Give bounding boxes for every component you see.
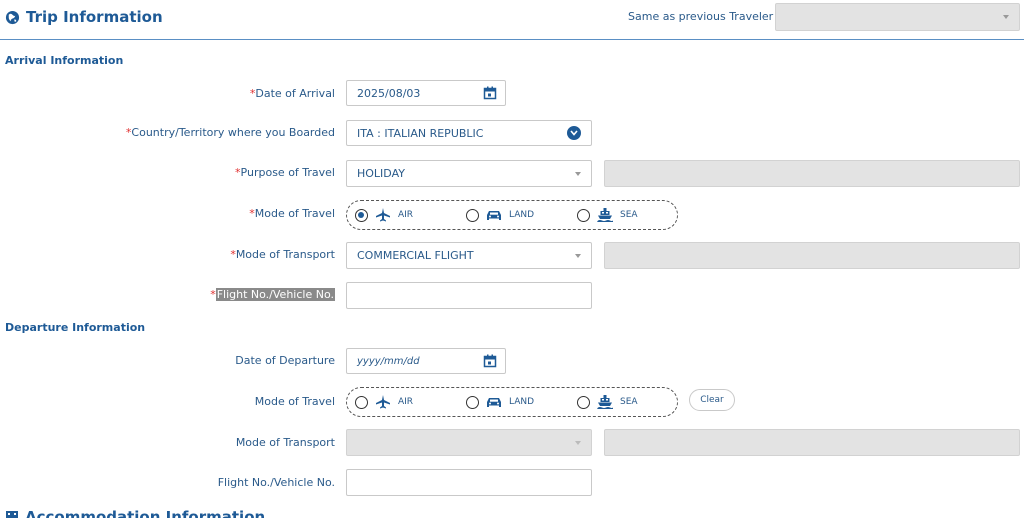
- chevron-down-icon: [575, 253, 581, 258]
- purpose-select[interactable]: HOLIDAY: [346, 160, 592, 187]
- radio-button[interactable]: [466, 208, 479, 222]
- arrival-transport-value: COMMERCIAL FLIGHT: [357, 249, 474, 262]
- chevron-down-icon: [1003, 15, 1009, 19]
- accommodation-section-title: Accommodation Information: [5, 508, 265, 518]
- purpose-value: HOLIDAY: [357, 167, 405, 180]
- departure-flight-label: Flight No./Vehicle No.: [217, 476, 335, 489]
- trip-info-header: Trip Information Same as previous Travel…: [0, 0, 1024, 40]
- arrival-transport-select[interactable]: COMMERCIAL FLIGHT: [346, 242, 592, 269]
- departure-transport-label: Mode of Transport: [235, 436, 335, 449]
- car-icon: [487, 398, 501, 407]
- airplane-icon: [376, 395, 390, 409]
- arrival-mode-air-radio[interactable]: AIR: [355, 208, 413, 222]
- radio-label: AIR: [398, 397, 414, 407]
- calendar-icon[interactable]: [483, 354, 497, 368]
- departure-date-label: Date of Departure: [235, 354, 335, 367]
- page-title: Trip Information: [5, 8, 163, 26]
- boarded-country-label: *Country/Territory where you Boarded: [125, 126, 335, 139]
- arrival-transport-label: *Mode of Transport: [230, 248, 335, 261]
- arrival-transport-other-input: [604, 242, 1020, 269]
- departure-mode-air-radio[interactable]: AIR: [355, 395, 413, 409]
- ship-icon: [597, 395, 613, 409]
- arrival-flight-label: *Flight No./Vehicle No.: [210, 288, 335, 301]
- radio-button[interactable]: [577, 208, 590, 222]
- departure-flight-input[interactable]: [346, 469, 592, 496]
- arrival-mode-sea-radio[interactable]: SEA: [577, 208, 638, 222]
- calendar-icon[interactable]: [483, 86, 497, 100]
- globe-icon: [5, 10, 20, 24]
- arrival-date-value: 2025/08/03: [357, 86, 421, 100]
- car-icon: [487, 211, 501, 220]
- arrival-flight-input[interactable]: [346, 282, 592, 309]
- page-title-text: Trip Information: [26, 8, 163, 26]
- radio-label: AIR: [398, 210, 414, 220]
- airplane-icon: [376, 208, 390, 222]
- chevron-down-icon: [575, 440, 581, 445]
- arrival-mode-label: *Mode of Travel: [249, 207, 335, 220]
- departure-mode-sea-radio[interactable]: SEA: [577, 395, 638, 409]
- arrival-section-title: Arrival Information: [5, 54, 124, 67]
- departure-transport-other-input: [604, 429, 1020, 456]
- departure-section-title: Departure Information: [5, 321, 146, 334]
- same-as-previous-select[interactable]: [775, 3, 1020, 31]
- departure-date-placeholder: yyyy/mm/dd: [357, 355, 420, 367]
- departure-mode-radio-group: AIR LAND SEA: [346, 387, 678, 417]
- departure-date-input[interactable]: yyyy/mm/dd: [346, 348, 506, 374]
- building-icon: [6, 511, 18, 518]
- radio-button[interactable]: [577, 395, 590, 409]
- radio-label: LAND: [509, 210, 535, 220]
- purpose-other-input: [604, 160, 1020, 187]
- radio-button[interactable]: [355, 395, 368, 409]
- chevron-down-circle-icon: [567, 126, 581, 140]
- departure-transport-select: [346, 429, 592, 456]
- departure-mode-label: Mode of Travel: [254, 395, 335, 408]
- purpose-label: *Purpose of Travel: [235, 166, 335, 179]
- ship-icon: [597, 208, 613, 222]
- arrival-mode-land-radio[interactable]: LAND: [466, 208, 534, 222]
- radio-button[interactable]: [466, 395, 479, 409]
- radio-label: SEA: [620, 210, 638, 220]
- arrival-date-label: *Date of Arrival: [249, 87, 335, 100]
- clear-button[interactable]: Clear: [689, 389, 735, 411]
- same-as-previous-label: Same as previous Traveler: [628, 10, 774, 23]
- boarded-country-select[interactable]: ITA : ITALIAN REPUBLIC: [346, 120, 592, 146]
- chevron-down-icon: [575, 171, 581, 176]
- radio-button[interactable]: [355, 208, 368, 222]
- boarded-country-value: ITA : ITALIAN REPUBLIC: [357, 126, 484, 140]
- radio-label: SEA: [620, 397, 638, 407]
- radio-label: LAND: [509, 397, 535, 407]
- arrival-date-input[interactable]: 2025/08/03: [346, 80, 506, 106]
- departure-mode-land-radio[interactable]: LAND: [466, 395, 534, 409]
- arrival-mode-radio-group: AIR LAND SEA: [346, 200, 678, 230]
